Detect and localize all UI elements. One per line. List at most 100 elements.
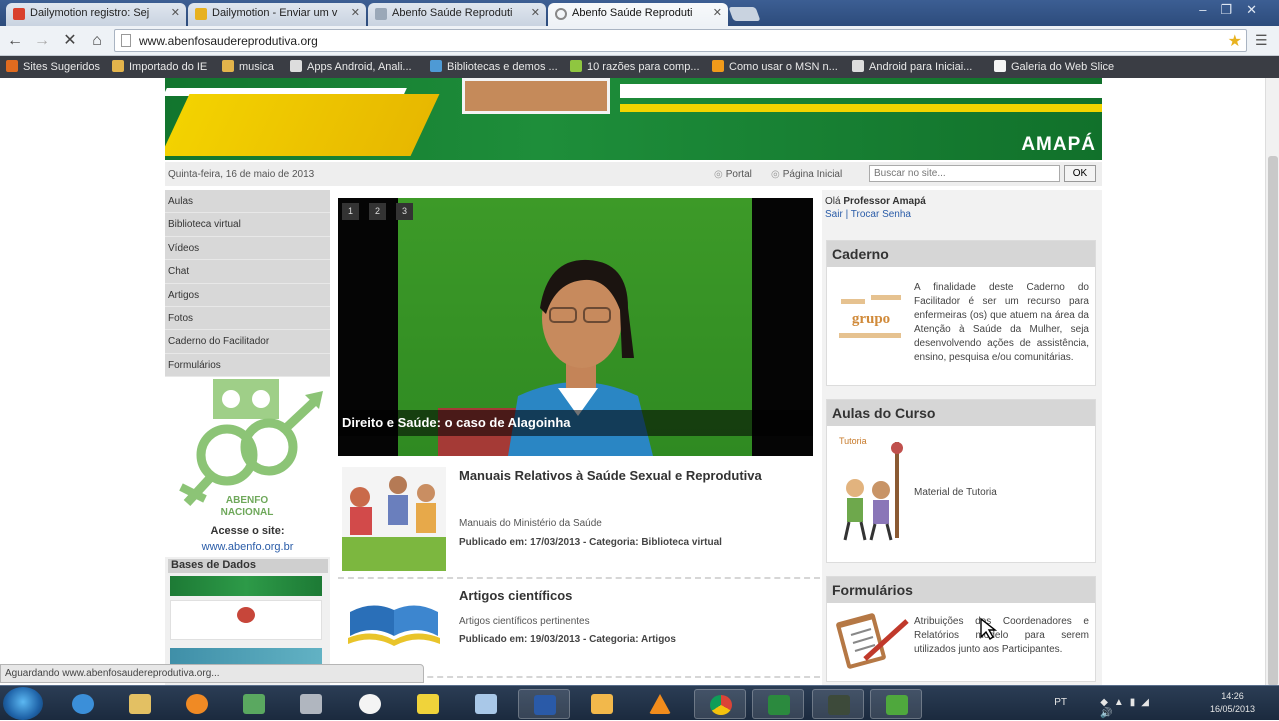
tab-close-icon[interactable]: ✕: [351, 3, 360, 24]
box-text[interactable]: Material de Tutoria: [914, 486, 1089, 500]
article-thumbnail-manuais[interactable]: [342, 467, 446, 571]
taskbar-excel-icon[interactable]: [752, 689, 804, 719]
sidebar-item-chat[interactable]: Chat: [165, 260, 330, 284]
home-page-link[interactable]: Página Inicial: [771, 169, 842, 180]
article-category-link[interactable]: Artigos: [641, 634, 676, 645]
sidebar-item-videos[interactable]: Vídeos: [165, 236, 330, 261]
restore-icon[interactable]: ❐: [1220, 2, 1246, 17]
user-greeting: Olá Professor Amapá: [825, 196, 926, 207]
back-arrow-icon[interactable]: ←: [5, 31, 25, 51]
loading-spinner-icon: [555, 8, 567, 20]
taskbar-network-icon[interactable]: [228, 689, 280, 719]
minimize-icon[interactable]: –: [1199, 2, 1220, 17]
taskbar-app-7-icon[interactable]: [402, 689, 454, 719]
formularios-box: Formulários Atribuições dos Coordenadore…: [826, 576, 1096, 682]
abenfo-promo[interactable]: ABENFO NACIONAL Acesse o site: www.abenf…: [165, 377, 330, 557]
search-ok-button[interactable]: OK: [1064, 165, 1096, 182]
close-window-icon[interactable]: ✕: [1246, 2, 1271, 17]
sidebar-item-artigos[interactable]: Artigos: [165, 283, 330, 307]
taskbar-ie-icon[interactable]: [57, 689, 109, 719]
bookmark-item[interactable]: Galeria do Web Slice: [994, 60, 1114, 73]
change-password-link[interactable]: Trocar Senha: [851, 209, 911, 220]
sidebar-item-formularios[interactable]: Formulários: [165, 353, 330, 378]
web-page: AMAPÁ Quinta-feira, 16 de maio de 2013 P…: [0, 78, 1279, 685]
logout-link[interactable]: Sair: [825, 209, 843, 220]
taskbar-word-icon[interactable]: [518, 689, 570, 719]
left-sidebar: Aulas Biblioteca virtual Vídeos Chat Art…: [165, 190, 330, 685]
taskbar-chrome-icon[interactable]: [694, 689, 746, 719]
open-book-icon[interactable]: [342, 596, 446, 650]
taskbar-explorer-icon[interactable]: [114, 689, 166, 719]
database-banner-2[interactable]: [170, 600, 322, 640]
site-search-input[interactable]: [869, 165, 1060, 182]
taskbar-notepad-icon[interactable]: [460, 689, 512, 719]
tab-abenfo-1[interactable]: Abenfo Saúde Reproduti ✕: [368, 3, 546, 26]
bookmark-icon: [6, 60, 18, 72]
article-title[interactable]: Artigos científicos: [459, 586, 799, 605]
tab-close-icon[interactable]: ✕: [713, 3, 722, 24]
banner-flag-yellow: [165, 94, 440, 156]
clipboard-form-icon[interactable]: [835, 613, 911, 669]
bookmark-item[interactable]: Bibliotecas e demos ...: [430, 60, 558, 73]
gmail-icon: [13, 8, 25, 20]
forward-arrow-icon[interactable]: →: [32, 31, 52, 51]
banner-photo: [462, 78, 610, 114]
home-icon[interactable]: ⌂: [87, 31, 107, 51]
sidebar-item-caderno[interactable]: Caderno do Facilitador: [165, 330, 330, 354]
taskbar-app-13-icon[interactable]: [812, 689, 864, 719]
wrench-menu-icon[interactable]: ☰: [1255, 32, 1269, 48]
database-logo-icon: [237, 607, 255, 623]
bookmark-item[interactable]: Sites Sugeridos: [6, 60, 100, 73]
tab-dailymotion-enviar[interactable]: Dailymotion - Enviar um v ✕: [188, 3, 366, 26]
tray-icons[interactable]: ◆▲▮◢🔊: [1100, 697, 1155, 719]
portal-link[interactable]: Portal: [714, 169, 752, 180]
caderno-thumbnail[interactable]: grupo: [835, 291, 907, 347]
tutoria-illustration[interactable]: Tutoria: [835, 432, 913, 544]
tab-close-icon[interactable]: ✕: [171, 3, 180, 24]
tab-dailymotion-registro[interactable]: Dailymotion registro: Sej ✕: [6, 3, 186, 26]
article-description: Manuais do Ministério da Saúde: [459, 518, 602, 529]
taskbar-paint-icon[interactable]: [285, 689, 337, 719]
article-description: Artigos científicos pertinentes: [459, 616, 590, 627]
tab-label: Abenfo Saúde Reproduti: [392, 7, 513, 19]
tab-close-icon[interactable]: ✕: [531, 3, 540, 24]
bookmark-item[interactable]: 10 razões para comp...: [570, 60, 700, 73]
tab-label: Abenfo Saúde Reproduti: [572, 7, 693, 19]
clock[interactable]: 14:26 16/05/2013: [1210, 690, 1255, 716]
new-tab-button[interactable]: [728, 7, 761, 21]
stop-icon[interactable]: ✕: [60, 31, 80, 51]
article-title[interactable]: Manuais Relativos à Saúde Sexual e Repro…: [459, 466, 799, 485]
address-bar[interactable]: www.abenfosaudereprodutiva.org ★: [114, 29, 1247, 52]
bookmark-item[interactable]: Como usar o MSN n...: [712, 60, 838, 73]
start-button-icon[interactable]: [3, 687, 43, 720]
bookmark-star-icon[interactable]: ★: [1228, 31, 1242, 51]
page-scrollbar[interactable]: [1265, 78, 1279, 685]
article-category-link[interactable]: Biblioteca virtual: [641, 537, 722, 548]
bookmark-item[interactable]: Android para Iniciai...: [852, 60, 972, 73]
scrollbar-thumb[interactable]: [1268, 156, 1278, 685]
slide-number-3[interactable]: 3: [396, 203, 413, 220]
caderno-image-text: grupo: [852, 311, 890, 327]
database-banner-1[interactable]: [170, 576, 322, 596]
taskbar-vlc-icon[interactable]: [634, 689, 686, 719]
abenfo-url-link[interactable]: www.abenfo.org.br: [165, 541, 330, 553]
taskbar-app-14-icon[interactable]: [870, 689, 922, 719]
mouse-cursor-icon: [980, 617, 997, 640]
taskbar-clock-icon[interactable]: [344, 689, 396, 719]
taskbar-folder-icon[interactable]: [576, 689, 628, 719]
box-text: Atribuições dos Coordenadores e Relatóri…: [914, 616, 1089, 655]
video-icon: [290, 60, 302, 72]
slide-number-2[interactable]: 2: [369, 203, 386, 220]
video-slider[interactable]: 1 2 3 Direito e Saúde: o caso de Alagoin…: [338, 198, 813, 456]
sidebar-item-aulas[interactable]: Aulas: [165, 190, 330, 214]
language-indicator[interactable]: PT: [1054, 697, 1067, 708]
bookmark-item[interactable]: musica: [222, 60, 274, 73]
slide-number-1[interactable]: 1: [342, 203, 359, 220]
tab-abenfo-active[interactable]: Abenfo Saúde Reproduti ✕: [548, 3, 728, 26]
sidebar-item-fotos[interactable]: Fotos: [165, 306, 330, 331]
bookmark-item[interactable]: Importado do IE: [112, 60, 207, 73]
slide-caption[interactable]: Direito e Saúde: o caso de Alagoinha: [338, 410, 813, 436]
bookmark-item[interactable]: Apps Android, Anali...: [290, 60, 412, 73]
taskbar-media-player-icon[interactable]: [171, 689, 223, 719]
sidebar-item-biblioteca[interactable]: Biblioteca virtual: [165, 213, 330, 237]
